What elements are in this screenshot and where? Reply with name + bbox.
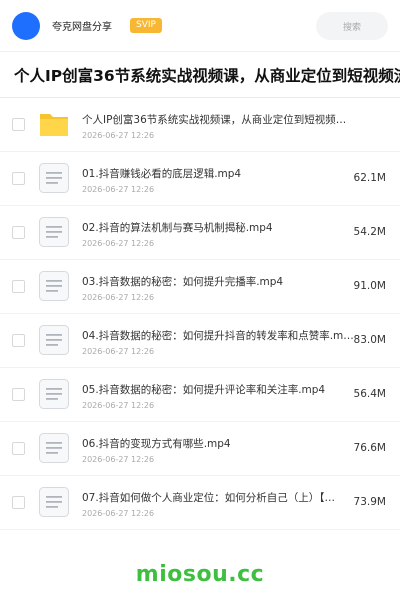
video-file-icon — [39, 379, 69, 409]
file-date: 2026-06-27 12:26 — [82, 131, 155, 140]
checkbox[interactable] — [12, 442, 25, 455]
app-name: 夸克网盘分享 — [52, 22, 112, 33]
list-item[interactable]: 05.抖音数据的秘密：如何提升评论率和关注率.mp4 2026-06-27 12… — [0, 368, 400, 422]
file-name[interactable]: 01.抖音赚钱必看的底层逻辑.mp4 — [82, 166, 354, 181]
list-item[interactable]: 07.抖音如何做个人商业定位：如何分析自己（上）【… 2026-06-27 12… — [0, 476, 400, 530]
video-file-icon — [39, 271, 69, 301]
svip-badge: SVIP — [130, 18, 162, 33]
list-item[interactable]: 03.抖音数据的秘密：如何提升完播率.mp4 2026-06-27 12:26 … — [0, 260, 400, 314]
file-size: 62.1M — [353, 172, 386, 184]
file-date: 2026-06-27 12:26 — [82, 509, 155, 518]
video-file-icon — [39, 163, 69, 193]
file-name[interactable]: 07.抖音如何做个人商业定位：如何分析自己（上）【… — [82, 490, 354, 505]
file-name[interactable]: 05.抖音数据的秘密：如何提升评论率和关注率.mp4 — [82, 382, 354, 397]
video-file-icon — [39, 217, 69, 247]
search-input[interactable]: 搜索 — [316, 12, 388, 40]
file-size: 91.0M — [353, 280, 386, 292]
file-name[interactable]: 04.抖音数据的秘密：如何提升抖音的转发率和点赞率.mp4 — [82, 328, 354, 343]
list-item[interactable]: 个人IP创富36节系统实战视频课，从商业定位到短视频流量 2026-06-27 … — [0, 98, 400, 152]
file-name[interactable]: 03.抖音数据的秘密：如何提升完播率.mp4 — [82, 274, 354, 289]
checkbox[interactable] — [12, 280, 25, 293]
checkbox[interactable] — [12, 226, 25, 239]
file-date: 2026-06-27 12:26 — [82, 293, 155, 302]
file-size: 54.2M — [353, 226, 386, 238]
checkbox[interactable] — [12, 118, 25, 131]
file-size: 73.9M — [353, 496, 386, 508]
checkbox[interactable] — [12, 334, 25, 347]
file-name[interactable]: 个人IP创富36节系统实战视频课，从商业定位到短视频流量 — [82, 112, 354, 127]
file-size: 83.0M — [353, 334, 386, 346]
avatar[interactable] — [12, 11, 40, 40]
file-date: 2026-06-27 12:26 — [82, 185, 155, 194]
file-name[interactable]: 02.抖音的算法机制与赛马机制揭秘.mp4 — [82, 220, 354, 235]
file-date: 2026-06-27 12:26 — [82, 455, 155, 464]
file-name[interactable]: 06.抖音的变现方式有哪些.mp4 — [82, 436, 354, 451]
file-date: 2026-06-27 12:26 — [82, 401, 155, 410]
checkbox[interactable] — [12, 388, 25, 401]
header-bar: 夸克网盘分享 SVIP 搜索 — [0, 0, 400, 52]
page-title: 个人IP创富36节系统实战视频课，从商业定位到短视频流量 — [14, 66, 400, 85]
list-item[interactable]: 06.抖音的变现方式有哪些.mp4 2026-06-27 12:26 76.6M — [0, 422, 400, 476]
list-item[interactable]: 02.抖音的算法机制与赛马机制揭秘.mp4 2026-06-27 12:26 5… — [0, 206, 400, 260]
folder-title-bar: 个人IP创富36节系统实战视频课，从商业定位到短视频流量 — [0, 52, 400, 98]
watermark: miosou.cc — [135, 562, 265, 587]
list-item[interactable]: 01.抖音赚钱必看的底层逻辑.mp4 2026-06-27 12:26 62.1… — [0, 152, 400, 206]
checkbox[interactable] — [12, 172, 25, 185]
file-date: 2026-06-27 12:26 — [82, 239, 155, 248]
list-item[interactable]: 04.抖音数据的秘密：如何提升抖音的转发率和点赞率.mp4 2026-06-27… — [0, 314, 400, 368]
video-file-icon — [39, 487, 69, 517]
folder-icon — [40, 114, 68, 136]
video-file-icon — [39, 433, 69, 463]
video-file-icon — [39, 325, 69, 355]
file-size: 56.4M — [353, 388, 386, 400]
checkbox[interactable] — [12, 496, 25, 509]
file-size: 76.6M — [353, 442, 386, 454]
file-date: 2026-06-27 12:26 — [82, 347, 155, 356]
file-list: 个人IP创富36节系统实战视频课，从商业定位到短视频流量 2026-06-27 … — [0, 98, 400, 530]
